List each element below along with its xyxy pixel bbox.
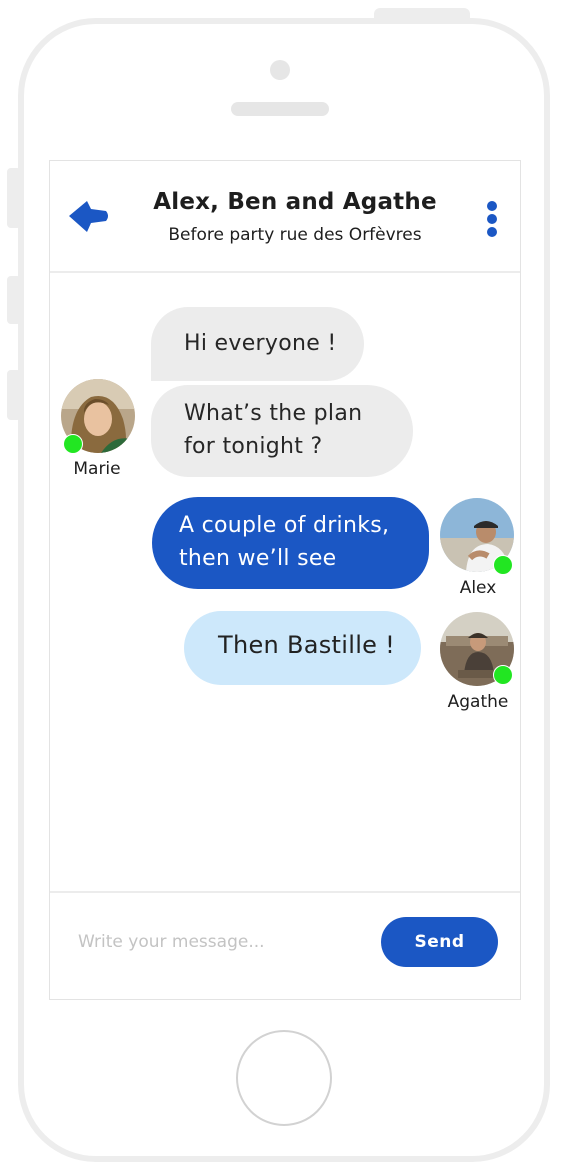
username-label: Marie [73, 459, 121, 479]
chat-title: Alex, Ben and Agathe [153, 189, 437, 215]
more-options-button[interactable] [478, 199, 506, 239]
message-list[interactable]: Hi everyone ! What’s the plan for tonigh… [50, 273, 520, 891]
message-bubble: What’s the plan for tonight ? [151, 385, 413, 477]
username-label: Alex [459, 578, 497, 598]
message-composer: Send [50, 891, 520, 999]
front-camera [270, 60, 290, 80]
message-input[interactable] [76, 923, 360, 961]
message-bubble: Hi everyone ! [151, 307, 364, 381]
online-status-dot [63, 434, 83, 454]
send-button[interactable]: Send [381, 917, 498, 967]
home-button[interactable] [236, 1030, 332, 1126]
chat-header: Alex, Ben and Agathe Before party rue de… [50, 161, 520, 273]
message-bubble: Then Bastille ! [184, 611, 421, 685]
online-status-dot [493, 555, 513, 575]
username-label: Agathe [447, 692, 509, 712]
earpiece-speaker [231, 102, 329, 116]
online-status-dot [493, 665, 513, 685]
message-bubble: A couple of drinks, then we’ll see [152, 497, 429, 589]
chat-screen: Alex, Ben and Agathe Before party rue de… [49, 160, 521, 1000]
chat-subtitle: Before party rue des Orfèvres [168, 225, 422, 245]
